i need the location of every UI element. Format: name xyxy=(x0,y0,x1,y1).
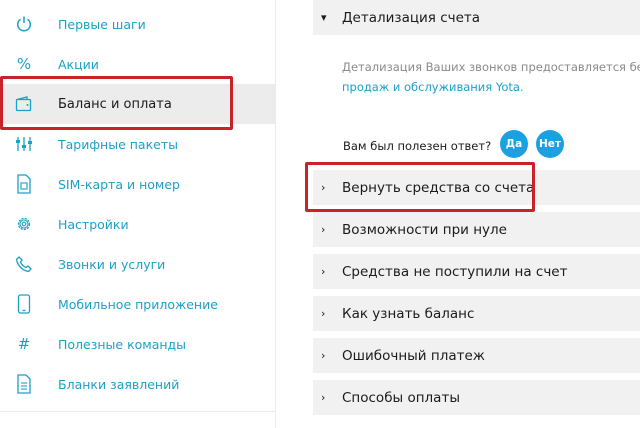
percent-icon: % xyxy=(16,54,32,73)
sidebar-item-label: Акции xyxy=(58,56,99,72)
smartphone-icon xyxy=(14,293,34,315)
sidebar-item-balance[interactable]: Баланс и оплата xyxy=(0,84,276,124)
sidebar-item-calls[interactable]: Звонки и услуги xyxy=(0,244,276,284)
sidebar-item-label: Бланки заявлений xyxy=(58,376,180,392)
feedback-yes-button[interactable]: Да xyxy=(500,130,528,158)
accordion-item-label: Возможности при нуле xyxy=(342,221,507,238)
detail-answer-link-line: продаж и обслуживания Yota. xyxy=(342,80,524,94)
sidebar-item-commands[interactable]: # Полезные команды xyxy=(0,324,276,364)
sidebar-divider xyxy=(0,411,276,412)
chevron-right-icon: › xyxy=(321,307,326,320)
sidebar-item-forms[interactable]: Бланки заявлений xyxy=(0,364,276,404)
sidebar-item-mobile-app[interactable]: Мобильное приложение xyxy=(0,284,276,324)
sidebar-item-promotions[interactable]: % Акции xyxy=(0,44,276,84)
sidebar-item-label: Полезные команды xyxy=(58,336,187,352)
accordion-item-label: Детализация счета xyxy=(342,9,481,26)
hash-icon: # xyxy=(17,334,31,353)
chevron-right-icon: › xyxy=(321,349,326,362)
sidebar: Первые шаги % Акции Баланс и оплата Тари… xyxy=(0,0,276,428)
accordion-item-label: Способы оплаты xyxy=(342,389,460,406)
chevron-right-icon: › xyxy=(321,181,326,194)
wallet-icon xyxy=(14,93,34,115)
detail-answer-text: Детализация Ваших звонков предоставляетс… xyxy=(342,60,640,74)
accordion-item-details[interactable]: ▾ Детализация счета xyxy=(313,0,640,35)
power-icon xyxy=(14,13,34,35)
accordion-item-check-balance[interactable]: › Как узнать баланс xyxy=(313,296,640,331)
sliders-icon xyxy=(14,133,34,155)
sidebar-item-label: Настройки xyxy=(58,216,129,232)
chevron-right-icon: › xyxy=(321,223,326,236)
sidebar-item-label: Баланс и оплата xyxy=(58,96,172,112)
accordion-item-wrong-payment[interactable]: › Ошибочный платеж xyxy=(313,338,640,373)
sidebar-item-label: Звонки и услуги xyxy=(58,256,166,272)
feedback-question: Вам был полезен ответ? xyxy=(343,139,492,153)
feedback-no-button[interactable]: Нет xyxy=(536,130,564,158)
sidebar-item-label: Мобильное приложение xyxy=(58,296,218,312)
link-suffix: . xyxy=(519,80,524,94)
sidebar-item-label: Тарифные пакеты xyxy=(58,136,178,152)
accordion-item-refund[interactable]: › Вернуть средства со счета xyxy=(313,170,640,205)
document-icon xyxy=(14,373,34,395)
chevron-right-icon: › xyxy=(321,265,326,278)
accordion-item-label: Средства не поступили на счет xyxy=(342,263,568,280)
phone-icon xyxy=(14,253,34,275)
sim-card-icon xyxy=(14,173,34,195)
chevron-down-icon: ▾ xyxy=(321,11,327,24)
sales-office-link[interactable]: продаж и обслуживания Yota xyxy=(342,80,520,94)
accordion-item-funds-not-received[interactable]: › Средства не поступили на счет xyxy=(313,254,640,289)
accordion-item-payment-methods[interactable]: › Способы оплаты xyxy=(313,380,640,415)
gear-icon xyxy=(14,213,34,235)
sidebar-item-sim[interactable]: SIM-карта и номер xyxy=(0,164,276,204)
accordion-item-label: Ошибочный платеж xyxy=(342,347,485,364)
sidebar-item-label: Первые шаги xyxy=(58,16,146,32)
chevron-right-icon: › xyxy=(321,391,326,404)
sidebar-item-tariffs[interactable]: Тарифные пакеты xyxy=(0,124,276,164)
accordion-item-label: Вернуть средства со счета xyxy=(342,179,535,196)
accordion-item-label: Как узнать баланс xyxy=(342,305,475,322)
sidebar-item-first-steps[interactable]: Первые шаги xyxy=(0,4,276,44)
accordion-item-zero-balance[interactable]: › Возможности при нуле xyxy=(313,212,640,247)
sidebar-item-settings[interactable]: Настройки xyxy=(0,204,276,244)
sidebar-item-label: SIM-карта и номер xyxy=(58,176,180,192)
